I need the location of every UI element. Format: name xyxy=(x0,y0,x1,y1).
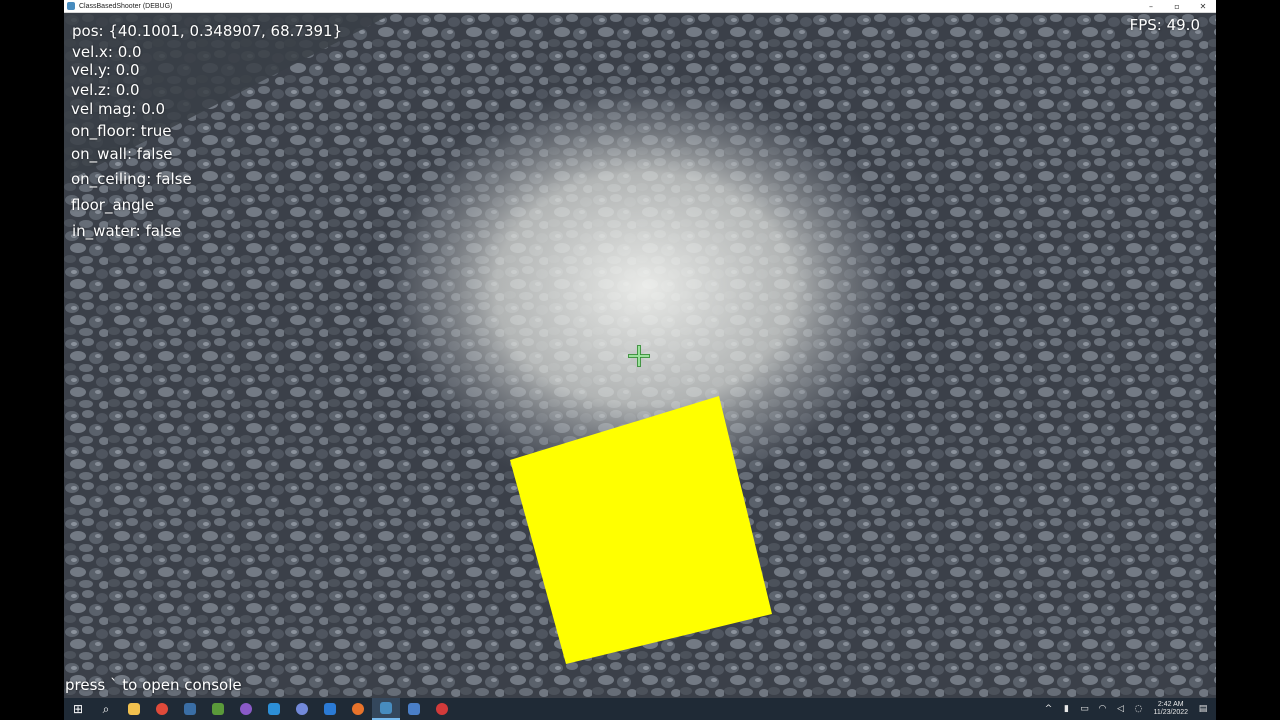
chrome-icon[interactable] xyxy=(148,698,176,720)
app-a-glyph xyxy=(408,703,420,715)
hud-in-water: in_water: false xyxy=(72,222,182,240)
obs-glyph xyxy=(240,703,252,715)
window-controls: – ▫ ✕ xyxy=(1138,0,1216,13)
minecraft-glyph xyxy=(212,703,224,715)
blue-app-icon[interactable] xyxy=(316,698,344,720)
steam-glyph xyxy=(184,703,196,715)
wifi-icon[interactable]: ◠ xyxy=(1093,698,1111,720)
godot-app-icon xyxy=(67,2,75,10)
search-icon[interactable]: ⌕ xyxy=(92,698,120,720)
close-button[interactable]: ✕ xyxy=(1190,0,1216,13)
hud-floor-angle: floor_angle xyxy=(71,196,155,214)
blue-app-glyph xyxy=(324,703,336,715)
notification-icon[interactable]: ▤ xyxy=(1194,698,1212,720)
steam-icon[interactable] xyxy=(176,698,204,720)
volume-icon[interactable]: ◁ xyxy=(1111,698,1129,720)
network-icon[interactable]: ▭ xyxy=(1075,698,1093,720)
sync-icon[interactable]: ◌ xyxy=(1129,698,1147,720)
obs-icon[interactable] xyxy=(232,698,260,720)
letterbox-right xyxy=(1216,0,1280,720)
file-explorer-icon[interactable] xyxy=(120,698,148,720)
hud-pos: pos: {40.1001, 0.348907, 68.7391} xyxy=(72,22,343,40)
tray-chevron-icon[interactable]: ^ xyxy=(1039,698,1057,720)
red-app-icon[interactable] xyxy=(428,698,456,720)
clock-date: 11/23/2022 xyxy=(1153,709,1188,716)
game-window: ClassBasedShooter (DEBUG) – ▫ ✕ pos: {40… xyxy=(64,0,1216,698)
window-title: ClassBasedShooter (DEBUG) xyxy=(79,2,173,10)
discord-glyph xyxy=(296,703,308,715)
taskbar-clock[interactable]: 2:42 AM 11/23/2022 xyxy=(1147,701,1194,717)
clock-time: 2:42 AM xyxy=(1157,701,1184,708)
hud-on-wall: on_wall: false xyxy=(71,145,173,163)
windows-taskbar: ⊞ ⌕ ^ ▮ ▭ ◠ ◁ ◌ 2:42 AM 11/23/2022 ▤ xyxy=(64,698,1216,720)
vscode-glyph xyxy=(268,703,280,715)
godot-glyph xyxy=(380,702,392,714)
hud-vel-z: vel.z: 0.0 xyxy=(71,81,140,99)
firefox-icon[interactable] xyxy=(344,698,372,720)
firefox-glyph xyxy=(352,703,364,715)
file-explorer-glyph xyxy=(128,703,140,715)
windows-start-icon[interactable]: ⊞ xyxy=(64,698,92,720)
chrome-glyph xyxy=(156,703,168,715)
window-titlebar[interactable]: ClassBasedShooter (DEBUG) – ▫ ✕ xyxy=(64,0,1216,13)
minecraft-icon[interactable] xyxy=(204,698,232,720)
discord-icon[interactable] xyxy=(288,698,316,720)
vscode-icon[interactable] xyxy=(260,698,288,720)
red-app-glyph xyxy=(436,703,448,715)
letterbox-left xyxy=(0,0,64,720)
hud-vel-x: vel.x: 0.0 xyxy=(72,43,142,61)
app-a-icon[interactable] xyxy=(400,698,428,720)
usb-icon[interactable]: ▮ xyxy=(1057,698,1075,720)
crosshair-icon xyxy=(628,345,650,367)
hud-on-floor: on_floor: true xyxy=(71,122,172,140)
game-viewport[interactable]: pos: {40.1001, 0.348907, 68.7391} vel.x:… xyxy=(64,13,1216,698)
minimize-button[interactable]: – xyxy=(1138,0,1164,13)
console-hint: press ` to open console xyxy=(65,676,242,694)
hud-on-ceiling: on_ceiling: false xyxy=(71,170,192,188)
maximize-button[interactable]: ▫ xyxy=(1164,0,1190,13)
hud-vel-mag: vel mag: 0.0 xyxy=(71,100,166,118)
fps-counter: FPS: 49.0 xyxy=(1129,16,1200,34)
taskbar-icons: ⊞ ⌕ xyxy=(64,698,456,720)
godot-icon[interactable] xyxy=(372,698,400,720)
system-tray: ^ ▮ ▭ ◠ ◁ ◌ 2:42 AM 11/23/2022 ▤ xyxy=(1039,698,1216,720)
hud-vel-y: vel.y: 0.0 xyxy=(71,61,140,79)
